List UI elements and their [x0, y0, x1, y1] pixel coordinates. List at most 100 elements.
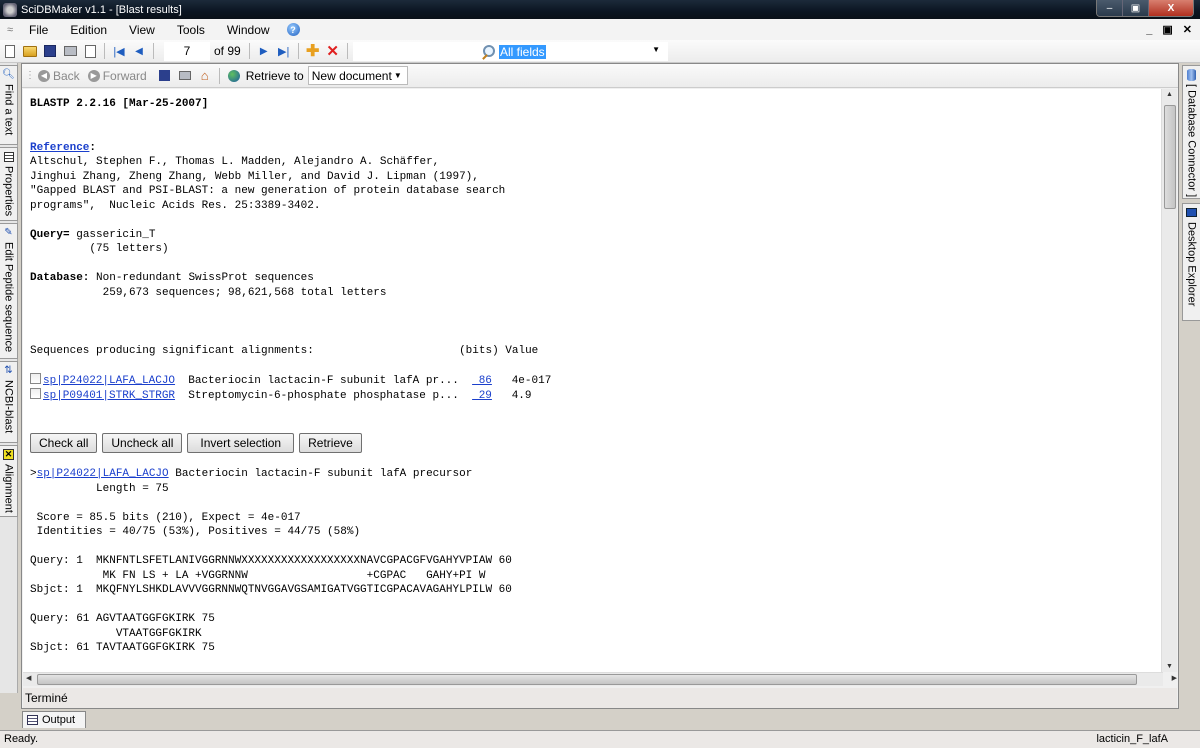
retrieve-destination-dropdown[interactable]: New document ▼: [307, 66, 408, 85]
menu-view[interactable]: View: [118, 23, 166, 37]
back-arrow-icon[interactable]: ◀: [38, 69, 50, 82]
scroll-right-icon[interactable]: ▶: [1172, 674, 1177, 682]
blast-report: BLASTP 2.2.16 [Mar-25-2007] Reference: A…: [23, 89, 1163, 672]
hit-row: sp|P09401|STRK_STRGR Streptomycin-6-phos…: [30, 388, 532, 402]
hit-checkbox[interactable]: [30, 372, 41, 384]
menu-tools[interactable]: Tools: [166, 23, 216, 37]
horizontal-scrollbar[interactable]: ◀ ▶: [23, 672, 1177, 686]
menu-edition[interactable]: Edition: [59, 23, 118, 37]
scroll-down-icon[interactable]: ▼: [1166, 663, 1173, 670]
menu-window[interactable]: Window: [216, 23, 281, 37]
home-icon[interactable]: ⌂: [197, 68, 213, 84]
record-number-input[interactable]: 7: [164, 41, 210, 61]
print-icon[interactable]: [62, 43, 78, 59]
vertical-scrollbar[interactable]: ▲ ▼: [1161, 89, 1177, 672]
add-record-icon[interactable]: ✚: [305, 43, 321, 60]
tab-find-text[interactable]: 🔍︎ Find a text: [0, 65, 18, 145]
alignment-match-line: VTAATGGFGKIRK: [30, 627, 202, 640]
last-record-icon[interactable]: ▶|: [276, 43, 292, 59]
blast-icon: ⇅: [4, 365, 13, 376]
title-bar: SciDBMaker v1.1 - [Blast results] – ▣ X: [0, 0, 1200, 19]
search-field-selector[interactable]: All fields ▼: [353, 42, 668, 61]
hit-bits-link[interactable]: 29: [472, 390, 492, 402]
mdi-minimize-button[interactable]: _: [1146, 24, 1152, 36]
globe-search-icon[interactable]: [226, 68, 242, 84]
print-preview-icon[interactable]: [82, 43, 98, 59]
toolbar-grip[interactable]: ⋮: [25, 70, 35, 81]
alignment-query-line: Query: 1 MKNFNTLSFETLANIVGGRNNWXXXXXXXXX…: [30, 555, 512, 567]
hits-header: Sequences producing significant alignmen…: [30, 344, 539, 357]
database-stats: 259,673 sequences; 98,621,568 total lett…: [30, 286, 387, 299]
separator: [153, 43, 154, 59]
close-button[interactable]: X: [1149, 0, 1193, 16]
tab-database-connector[interactable]: [ Database Connector ]: [1182, 65, 1200, 199]
window-title: SciDBMaker v1.1 - [Blast results]: [21, 3, 182, 16]
magnifier-icon: 🔍︎: [2, 69, 15, 80]
tab-alignment[interactable]: ✕ Alignment: [0, 445, 18, 517]
hit-id-link[interactable]: sp|P09401|STRK_STRGR: [43, 390, 175, 402]
query-length: (75 letters): [30, 243, 169, 255]
mdi-close-button[interactable]: ✕: [1183, 23, 1192, 36]
retrieve-button[interactable]: Retrieve: [299, 432, 362, 453]
mdi-child-icon[interactable]: ≈: [2, 24, 18, 36]
scroll-up-icon[interactable]: ▲: [1166, 91, 1173, 98]
vertical-scroll-thumb[interactable]: [1164, 105, 1176, 209]
tab-edit-peptide-sequence[interactable]: ✎ Edit Peptide sequence: [0, 223, 18, 359]
next-record-icon[interactable]: ▶: [256, 43, 272, 59]
check-all-button[interactable]: Check all: [30, 432, 98, 453]
first-record-icon[interactable]: |◀: [111, 43, 127, 59]
horizontal-scroll-thumb[interactable]: [37, 674, 1137, 685]
back-button[interactable]: Back: [53, 69, 80, 83]
retrieve-destination-value: New document: [311, 68, 392, 83]
hit-id-link[interactable]: sp|P24022|LAFA_LACJO: [43, 375, 175, 387]
separator: [104, 43, 105, 59]
save-icon[interactable]: [157, 68, 173, 84]
tab-ncbi-blast[interactable]: ⇅ NCBI-blast: [0, 361, 18, 443]
record-total: of 99: [214, 44, 241, 58]
forward-button[interactable]: Forward: [103, 69, 147, 83]
search-field-value[interactable]: All fields: [499, 44, 546, 59]
current-record-name: lacticin_F_lafA: [1096, 733, 1168, 745]
alignment-score: Score = 85.5 bits (210), Expect = 4e-017: [30, 511, 301, 524]
save-icon[interactable]: [42, 43, 58, 59]
print-icon[interactable]: [177, 68, 193, 84]
forward-arrow-icon[interactable]: ▶: [87, 69, 100, 82]
alignment-icon: ✕: [3, 449, 14, 460]
database-name: Non-redundant SwissProt sequences: [96, 272, 314, 284]
database-icon: [1185, 68, 1198, 81]
open-folder-icon[interactable]: [22, 43, 38, 59]
menu-bar: ≈ File Edition View Tools Window ? _ ▣ ✕: [0, 19, 1200, 40]
status-text: Ready.: [4, 733, 39, 745]
alignment-id-link[interactable]: sp|P24022|LAFA_LACJO: [37, 468, 169, 480]
chevron-down-icon: ▼: [393, 71, 402, 80]
restore-button[interactable]: ▣: [1123, 0, 1149, 16]
retrieve-to-label: Retrieve to: [245, 68, 304, 83]
alignment-match-line: MK FN LS + LA +VGGRNNW +CGPAC GAHY+PI W: [30, 569, 486, 582]
desktop-icon: [1185, 206, 1198, 219]
reference-link[interactable]: Reference: [30, 142, 89, 154]
new-document-icon[interactable]: [2, 43, 18, 59]
document-status: Terminé: [23, 688, 1177, 708]
output-icon: [27, 715, 38, 725]
menu-file[interactable]: File: [18, 23, 59, 37]
window-controls: – ▣ X: [1096, 0, 1194, 17]
mdi-restore-button[interactable]: ▣: [1162, 23, 1172, 36]
alignment-subject-line: Sbjct: 61 TAVTAATGGFGKIRK 75: [30, 642, 215, 654]
invert-selection-button[interactable]: Invert selection: [187, 432, 295, 453]
uncheck-all-button[interactable]: Uncheck all: [102, 432, 183, 453]
tab-desktop-explorer[interactable]: Desktop Explorer: [1182, 203, 1200, 321]
tab-output[interactable]: Output: [22, 711, 86, 728]
hit-bits-link[interactable]: 86: [472, 375, 492, 387]
alignment-identities: Identities = 40/75 (53%), Positives = 44…: [30, 526, 361, 538]
chevron-down-icon[interactable]: ▼: [652, 45, 660, 54]
minimize-button[interactable]: –: [1097, 0, 1123, 16]
alignment-query-line: Query: 61 AGVTAATGGFGKIRK 75: [30, 613, 215, 625]
reference-line: Altschul, Stephen F., Thomas L. Madden, …: [30, 156, 440, 168]
hit-checkbox[interactable]: [30, 388, 41, 399]
previous-record-icon[interactable]: ◀: [131, 43, 147, 59]
help-icon[interactable]: ?: [286, 23, 300, 36]
scroll-left-icon[interactable]: ◀: [26, 674, 31, 682]
right-dock-tabs: [ Database Connector ] Desktop Explorer: [1182, 63, 1200, 693]
tab-properties[interactable]: Properties: [0, 147, 18, 221]
delete-record-icon[interactable]: ✕: [325, 43, 341, 60]
